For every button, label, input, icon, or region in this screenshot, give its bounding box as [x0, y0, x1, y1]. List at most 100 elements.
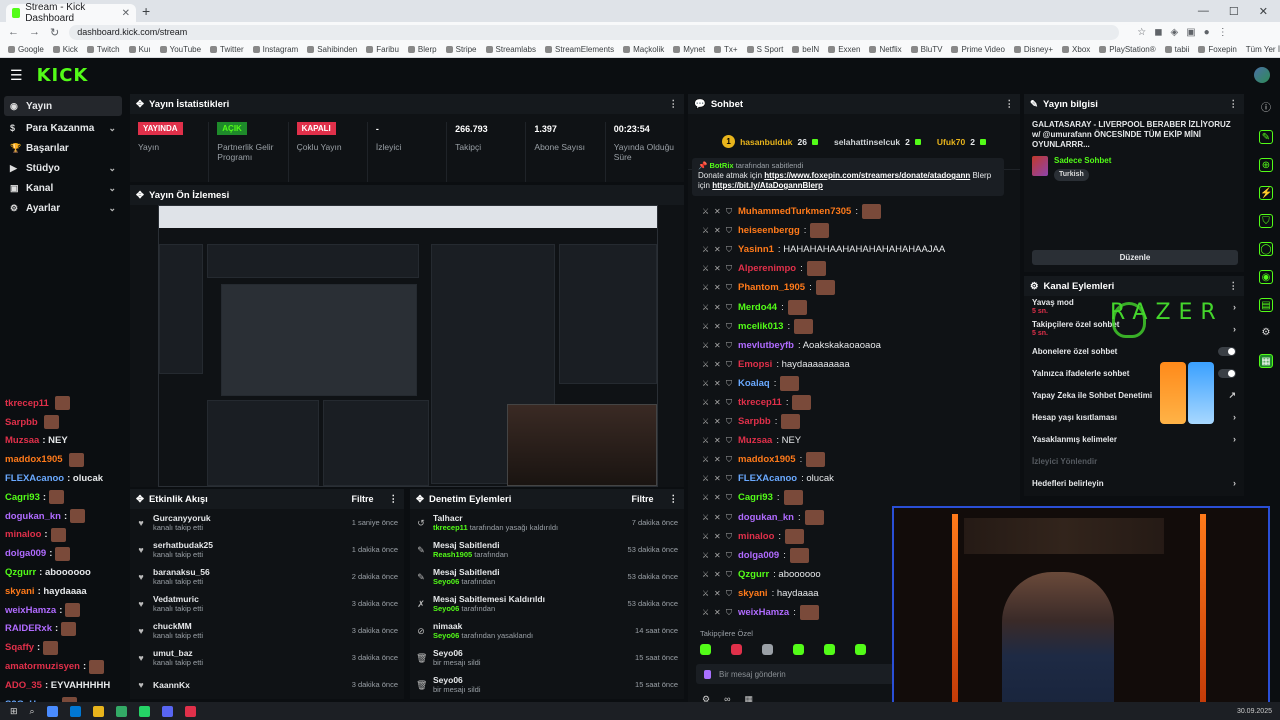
activity-username[interactable]: serhatbudak25 [153, 540, 345, 550]
chat-username[interactable]: Muzsaa [5, 435, 39, 446]
activity-row[interactable]: ♥ Vedatmuric kanalı takip etti 3 dakika önc… [130, 590, 404, 617]
chat-username[interactable]: tkrecep11 [5, 398, 49, 409]
moderation-row[interactable]: ↺ Talhacr tkrecep11 tarafından yasağı kald… [410, 509, 684, 536]
moderator-name[interactable]: Seyo06 [433, 631, 459, 640]
grip-icon[interactable]: ✥ [136, 99, 144, 110]
bookmark-link[interactable]: Foxepin [1198, 45, 1237, 54]
chat-username[interactable]: Qzgurr [738, 569, 769, 580]
chat-message[interactable]: ⚔ ✕ ⛉ Muzsaa: NEY [688, 431, 1010, 450]
chat-username[interactable]: Cagri93 [5, 492, 40, 503]
chat-message[interactable]: ⚔ ✕ ⛉ tkrecep11: [688, 393, 1010, 412]
new-tab-icon[interactable]: + [142, 3, 150, 19]
more-icon[interactable]: ⋮ [669, 494, 679, 505]
activity-row[interactable]: ♥ serhatbudak25 kanalı takip etti 1 dakika … [130, 536, 404, 563]
activity-row[interactable]: ♥ chuckMM kanalı takip etti 3 dakika önce [130, 617, 404, 644]
chat-username[interactable]: weixHamza [5, 605, 56, 616]
chevron-down-icon[interactable]: ⌄ [108, 123, 116, 134]
chat-username[interactable]: skyani [5, 586, 35, 597]
settings-icon[interactable]: ⚙ [1259, 326, 1273, 340]
edit-button[interactable]: Düzenle [1032, 250, 1238, 265]
bookmark-link[interactable]: Streamlabs [485, 45, 536, 54]
chevron-down-icon[interactable]: ⌄ [108, 203, 116, 214]
chat-username[interactable]: mcelik013 [738, 321, 783, 332]
emote-icon[interactable] [762, 644, 773, 655]
minimize-icon[interactable]: — [1198, 5, 1209, 18]
bookmark-link[interactable]: Netflix [869, 45, 902, 54]
pinned-link-blerp[interactable]: https://bit.ly/AtaDogannBlerp [712, 181, 823, 190]
chat-message[interactable]: ⚔ ✕ ⛉ heiseenbergg: [688, 221, 1010, 240]
chat-message[interactable]: ⚔ ✕ ⛉ Alperenimpo: [688, 259, 1010, 278]
bookmark-link[interactable]: Xbox [1062, 45, 1090, 54]
bookmark-link[interactable]: Google [8, 45, 44, 54]
chat-message[interactable]: ⚔ ✕ ⛉ FLEXAcanoo: olucak [688, 469, 1010, 488]
moderator-name[interactable]: tkrecep11 [433, 523, 468, 532]
activity-row[interactable]: ♥ KaannKx 3 dakika önce [130, 671, 404, 698]
all-bookmarks-link[interactable]: Tüm Yer İşaretleri [1246, 45, 1280, 54]
bookmark-link[interactable]: tabii [1164, 45, 1189, 54]
bookmark-link[interactable]: StreamElements [544, 45, 614, 54]
top-gifter[interactable]: 1 hasanbulduk 26 [722, 135, 818, 148]
filter-button[interactable]: Filtre [631, 494, 653, 504]
moderation-row[interactable]: ✗ Mesaj Sabitlemesi Kaldırıldı Seyo06 tara… [410, 590, 684, 617]
browser-menu-icon[interactable]: ⋮ [1218, 27, 1228, 38]
moderation-row[interactable]: ✎ Mesaj Sabitlendi Reash1905 tarafından 53 … [410, 536, 684, 563]
more-icon[interactable]: ⋮ [669, 99, 679, 110]
bookmark-link[interactable]: Kick [52, 45, 78, 54]
maximize-icon[interactable]: ☐ [1229, 5, 1239, 18]
chat-message[interactable]: ⚔ ✕ ⛉ Merdo44: [688, 297, 1010, 316]
bookmark-star-icon[interactable]: ☆ [1137, 27, 1146, 38]
moderation-row[interactable]: 🗑 Seyo06 bir mesajı sildi 15 saat önce [410, 671, 684, 698]
pencil-icon[interactable]: ✎ [1259, 130, 1273, 144]
chat-message[interactable]: ⚔ ✕ ⛉ MuhammedTurkmen7305: [688, 202, 1010, 221]
activity-username[interactable]: baranaksu_56 [153, 567, 345, 577]
bookmark-link[interactable]: Kuı [128, 45, 151, 54]
avatar[interactable] [1254, 67, 1270, 83]
emote-icon[interactable] [793, 644, 804, 655]
chat-username[interactable]: Phantom_1905 [738, 282, 805, 293]
chat-username[interactable]: Sqaffy [5, 642, 34, 653]
activity-row[interactable]: ♥ baranaksu_56 kanalı takip etti 2 dakika ö… [130, 563, 404, 590]
chevron-right-icon[interactable]: › [1233, 412, 1236, 422]
forward-icon[interactable]: → [29, 26, 40, 38]
moderator-name[interactable]: Reash1905 [433, 550, 472, 559]
activity-username[interactable]: umut_baz [153, 648, 345, 658]
filter-button[interactable]: Filtre [351, 494, 373, 504]
grip-icon[interactable]: ✥ [416, 494, 424, 505]
more-icon[interactable]: ⋮ [389, 494, 399, 505]
bookmark-link[interactable]: Stripe [445, 45, 477, 54]
chat-username[interactable]: mevlutbeyfb [738, 340, 794, 351]
chevron-right-icon[interactable]: › [1233, 302, 1236, 312]
chat-username[interactable]: minaloo [738, 531, 774, 542]
chat-message[interactable]: ⚔ ✕ ⛉ Koalaq: [688, 374, 1010, 393]
app-icon[interactable] [46, 705, 58, 717]
chat-username[interactable]: Yasinn1 [738, 244, 774, 255]
activity-username[interactable]: Vedatmuric [153, 594, 345, 604]
sidebar-item[interactable]: ▣ Kanal ⌄ [0, 178, 126, 198]
channel-action-row[interactable]: Yasaklanmış kelimeler › [1024, 428, 1244, 450]
obs-icon[interactable] [184, 705, 196, 717]
bookmark-link[interactable]: Instagram [252, 45, 298, 54]
bookmark-link[interactable]: BluTV [910, 45, 942, 54]
chat-username[interactable]: Sarpbb [738, 416, 771, 427]
grip-icon[interactable]: ✥ [136, 494, 144, 505]
chat-username[interactable]: RAIDERxk [5, 623, 52, 634]
activity-username[interactable]: Gurcanyyoruk [153, 513, 345, 523]
close-tab-icon[interactable]: ✕ [122, 8, 130, 19]
chat-username[interactable]: dolga009 [738, 550, 779, 561]
activity-row[interactable]: ♥ umut_baz kanalı takip etti 3 dakika önce [130, 644, 404, 671]
chat-username[interactable]: Alperenimpo [738, 263, 796, 274]
more-icon[interactable]: ⋮ [1229, 281, 1239, 292]
back-icon[interactable]: ← [8, 26, 19, 38]
chat-bubble-icon[interactable]: ◯ [1259, 242, 1273, 256]
chat-username[interactable]: tkrecep11 [738, 397, 782, 408]
bookmark-link[interactable]: YouTube [159, 45, 201, 54]
sidebar-item[interactable]: $ Para Kazanma ⌄ [0, 118, 126, 138]
emote-icon[interactable] [855, 644, 866, 655]
chat-username[interactable]: ADO_35 [5, 680, 42, 691]
sidebar-item[interactable]: ◉ Yayın [4, 96, 122, 116]
chat-message[interactable]: ⚔ ✕ ⛉ mcelik013: [688, 317, 1010, 336]
chat-message[interactable]: ⚔ ✕ ⛉ maddox1905: [688, 450, 1010, 469]
bookmark-link[interactable]: Twitch [86, 45, 120, 54]
chat-message[interactable]: ⚔ ✕ ⛉ Yasinn1: HAHAHAHAAHAHAHAHAHAHAAJAA [688, 240, 1010, 259]
pinned-link-donate[interactable]: https://www.foxepin.com/streamers/donate… [764, 171, 970, 180]
